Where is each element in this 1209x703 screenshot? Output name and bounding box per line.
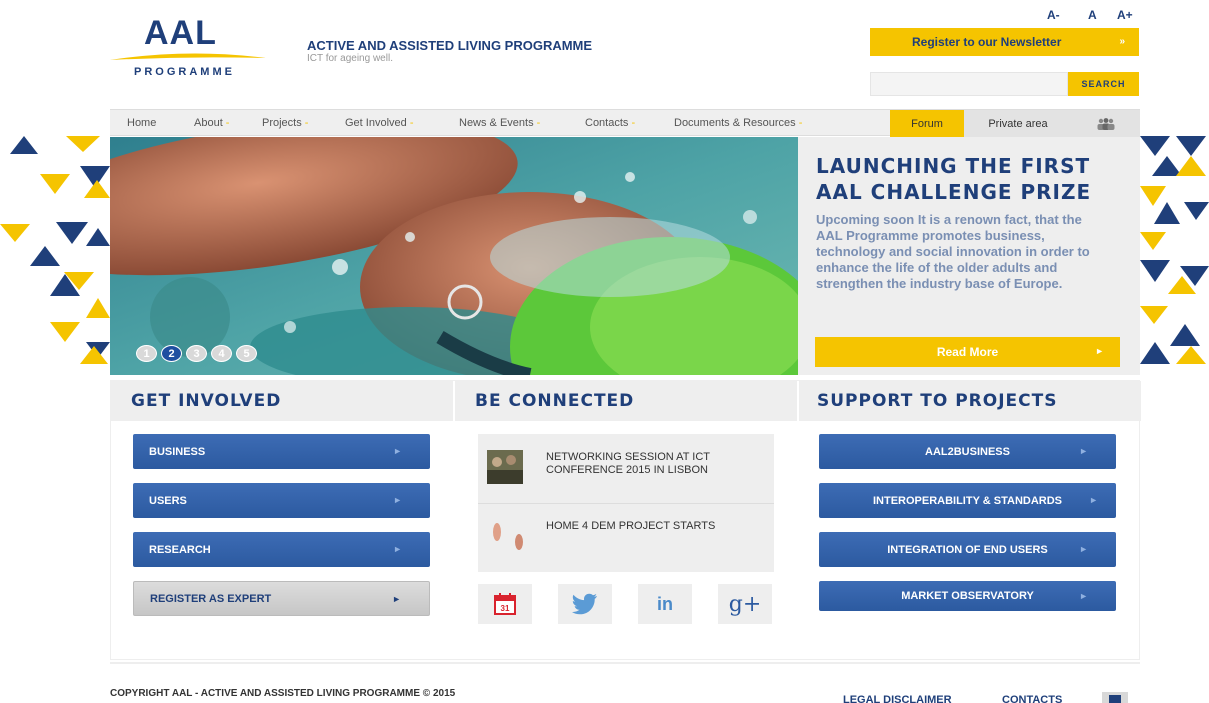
arrow-right-icon: ► [392,594,401,604]
arrow-right-icon: ► [393,495,402,505]
svg-text:31: 31 [501,604,510,613]
research-label: RESEARCH [149,543,211,556]
market-observatory-button[interactable]: MARKET OBSERVATORY ► [819,581,1116,611]
linkedin-icon[interactable]: in [638,584,692,624]
newsletter-label: Register to our Newsletter [912,35,1062,49]
news-title: NETWORKING SESSION AT ICT CONFERENCE 201… [546,451,710,476]
arrow-right-icon: ► [1089,495,1098,505]
research-button[interactable]: RESEARCH ► [133,532,430,567]
news-item[interactable]: NETWORKING SESSION AT ICT CONFERENCE 201… [478,434,774,503]
hero-title: LAUNCHING THE FIRST AAL CHALLENGE PRIZE [816,154,1092,204]
nav-private-area[interactable]: Private area [964,110,1072,137]
arrow-right-icon: ► [393,446,402,456]
news-thumbnail [487,518,523,552]
business-button[interactable]: BUSINESS ► [133,434,430,469]
google-plus-label: g+ [728,591,762,617]
slide-dot-3[interactable]: 3 [186,345,207,362]
integration-label: INTEGRATION OF END USERS [887,543,1048,556]
arrow-right-icon: ► [1095,346,1104,356]
copyright-text: COPYRIGHT AAL - ACTIVE AND ASSISTED LIVI… [110,688,456,699]
footer-contacts-link[interactable]: CONTACTS [1002,694,1062,703]
triangle-decoration-right [1140,136,1209,364]
be-connected-heading: BE CONNECTED [455,381,797,421]
arrow-right-icon: ► [1079,446,1088,456]
twitter-icon[interactable] [558,584,612,624]
aal2business-label: AAL2BUSINESS [925,445,1010,458]
nav-documents[interactable]: Documents & Resources - [674,117,802,129]
slide-dot-2[interactable]: 2 [161,345,182,362]
nav-get-involved[interactable]: Get Involved - [345,117,414,129]
google-plus-icon[interactable]: g+ [718,584,772,624]
font-normal-button[interactable]: A [1088,8,1097,22]
support-heading: SUPPORT TO PROJECTS [799,381,1141,421]
news-item[interactable]: HOME 4 DEM PROJECT STARTS [478,503,774,572]
nav-contacts[interactable]: Contacts - [585,117,635,129]
newsletter-button[interactable]: Register to our Newsletter » [870,28,1139,56]
hero-text-panel: LAUNCHING THE FIRST AAL CHALLENGE PRIZE … [798,137,1140,375]
register-expert-label: REGISTER AS EXPERT [150,592,272,605]
swimmer-photo [110,137,798,375]
double-arrow-icon: » [1119,36,1125,47]
main-nav: Home About - Projects - Get Involved - N… [110,109,1140,137]
logo-subtitle: PROGRAMME [134,66,235,78]
slide-dot-1[interactable]: 1 [136,345,157,362]
aal-logo[interactable]: AAL PROGRAMME [108,14,273,78]
nav-news-events[interactable]: News & Events - [459,117,540,129]
arrow-right-icon: ► [1079,591,1088,601]
news-list: NETWORKING SESSION AT ICT CONFERENCE 201… [478,434,774,572]
nav-home[interactable]: Home [127,117,156,129]
read-more-label: Read More [936,345,999,359]
hero-slide-image[interactable] [110,137,798,375]
logo-text: AAL [144,14,217,52]
eu-flag-icon [1102,692,1128,703]
users-icon[interactable] [1072,110,1140,137]
users-label: USERS [149,494,187,507]
calendar-icon[interactable]: 31 [478,584,532,624]
hero-description: Upcoming soon It is a renown fact, that … [816,212,1090,291]
search-input[interactable] [870,72,1068,96]
site-tagline: ICT for ageing well. [307,53,393,64]
register-expert-button[interactable]: REGISTER AS EXPERT ► [133,581,430,616]
news-thumbnail [487,450,523,484]
search-button[interactable]: SEARCH [1068,72,1139,96]
nav-about[interactable]: About - [194,117,229,129]
slide-pagination: 1 2 3 4 5 [136,345,257,362]
interoperability-button[interactable]: INTEROPERABILITY & STANDARDS ► [819,483,1116,518]
linkedin-label: in [657,593,673,614]
integration-end-users-button[interactable]: INTEGRATION OF END USERS ► [819,532,1116,567]
get-involved-heading: GET INVOLVED [111,381,453,421]
nav-projects[interactable]: Projects - [262,117,308,129]
font-decrease-button[interactable]: A- [1047,8,1060,22]
users-button[interactable]: USERS ► [133,483,430,518]
footer-divider [110,662,1140,664]
site-title: ACTIVE AND ASSISTED LIVING PROGRAMME [307,38,593,53]
news-title: HOME 4 DEM PROJECT STARTS [546,520,716,532]
slide-dot-5[interactable]: 5 [236,345,257,362]
arrow-right-icon: ► [1079,544,1088,554]
triangle-decoration-left [0,136,110,364]
market-observatory-label: MARKET OBSERVATORY [901,590,1034,602]
slide-dot-4[interactable]: 4 [211,345,232,362]
read-more-button[interactable]: Read More ► [815,337,1120,367]
font-increase-button[interactable]: A+ [1117,8,1133,22]
aal2business-button[interactable]: AAL2BUSINESS ► [819,434,1116,469]
legal-disclaimer-link[interactable]: LEGAL DISCLAIMER [843,694,952,703]
business-label: BUSINESS [149,445,206,458]
arrow-right-icon: ► [393,544,402,554]
interoperability-label: INTEROPERABILITY & STANDARDS [872,494,1063,507]
nav-forum[interactable]: Forum [890,110,964,137]
